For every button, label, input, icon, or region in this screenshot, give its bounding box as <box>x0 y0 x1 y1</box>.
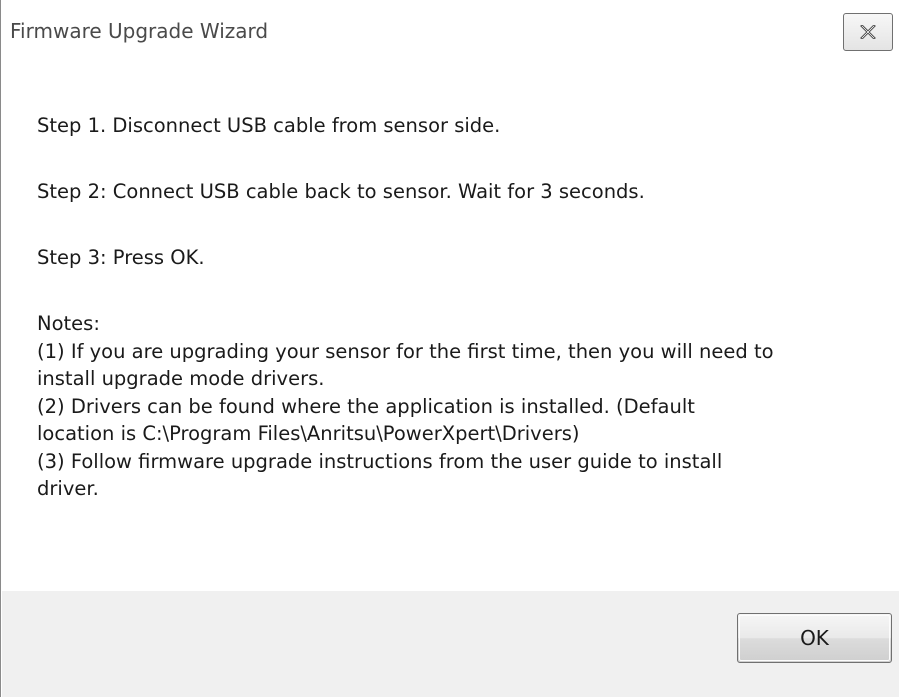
title-bar: Firmware Upgrade Wizard <box>1 0 899 60</box>
firmware-upgrade-dialog: Firmware Upgrade Wizard Step 1. Disconne… <box>0 0 899 697</box>
notes-line: (1) If you are upgrading your sensor for… <box>37 339 774 363</box>
ok-button-label: OK <box>800 626 829 650</box>
notes-line: (3) Follow firmware upgrade instructions… <box>37 449 723 473</box>
close-icon <box>860 25 876 39</box>
ok-button[interactable]: OK <box>737 613 892 663</box>
close-button[interactable] <box>843 13 893 51</box>
step-2-text: Step 2: Connect USB cable back to sensor… <box>37 180 645 203</box>
step-1-text: Step 1. Disconnect USB cable from sensor… <box>37 114 501 137</box>
notes-line: install upgrade mode drivers. <box>37 367 325 390</box>
window-title: Firmware Upgrade Wizard <box>10 19 269 43</box>
notes-line: (2) Drivers can be found where the appli… <box>37 394 695 418</box>
step-3-text: Step 3: Press OK. <box>37 246 205 269</box>
notes-line: location is C:\Program Files\Anritsu\Pow… <box>37 422 580 445</box>
notes-line: driver. <box>37 477 99 500</box>
notes-heading: Notes: <box>37 312 100 335</box>
notes-section: Notes: (1) If you are upgrading your sen… <box>37 310 887 503</box>
